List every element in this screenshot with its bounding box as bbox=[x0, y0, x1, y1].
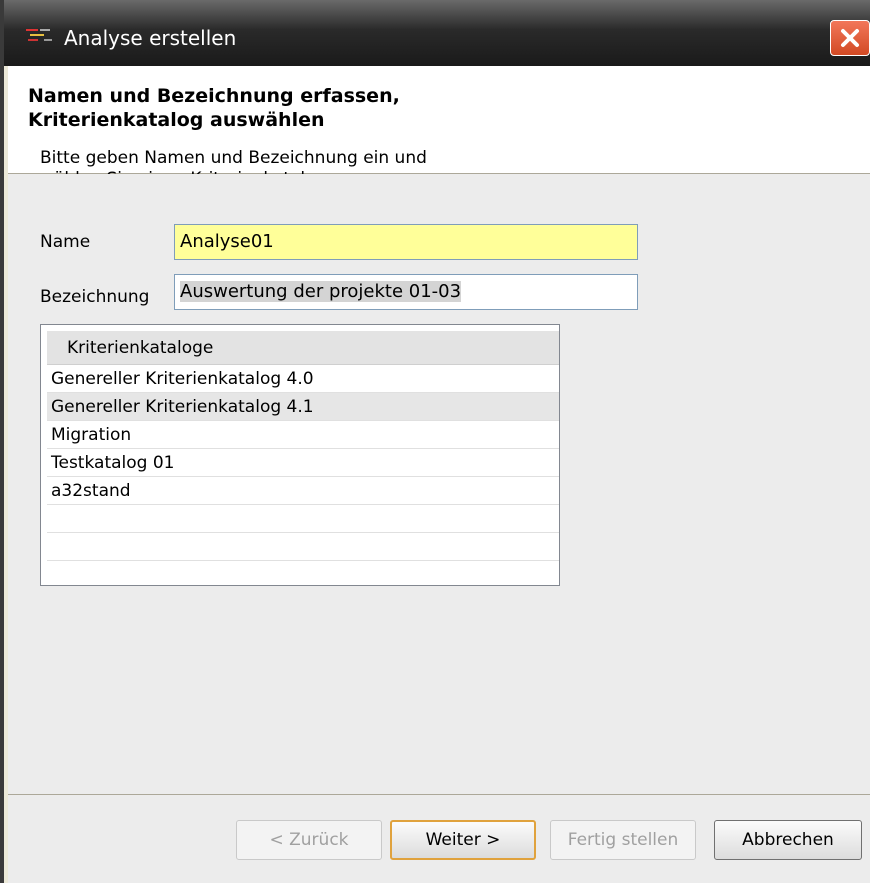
list-item[interactable]: Migration bbox=[47, 421, 559, 449]
cancel-button[interactable]: Abbrechen bbox=[714, 820, 862, 860]
page-description-line1: Bitte geben Namen und Bezeichnung ein un… bbox=[40, 148, 427, 168]
bezeichnung-selected-text: Auswertung der projekte 01-03 bbox=[180, 281, 462, 302]
catalog-list[interactable]: Kriterienkataloge Genereller Kriterienka… bbox=[40, 324, 560, 586]
page-title: Namen und Bezeichnung erfassen, Kriterie… bbox=[28, 84, 528, 132]
close-icon bbox=[841, 29, 859, 47]
page-title-line2: Kriterienkatalog auswählen bbox=[28, 109, 325, 131]
list-item-empty bbox=[47, 505, 559, 533]
name-field[interactable]: Analyse01 bbox=[174, 224, 638, 260]
bezeichnung-label: Bezeichnung bbox=[40, 287, 150, 307]
list-item[interactable]: Testkatalog 01 bbox=[47, 449, 559, 477]
list-item-empty bbox=[47, 533, 559, 561]
bezeichnung-field[interactable]: Auswertung der projekte 01-03 bbox=[174, 274, 638, 310]
wizard-body: Name Analyse01 Bezeichnung Auswertung de… bbox=[8, 174, 870, 883]
catalog-rows: Genereller Kriterienkatalog 4.0 Generell… bbox=[47, 365, 559, 585]
back-button[interactable]: < Zurück bbox=[236, 820, 382, 860]
window-title: Analyse erstellen bbox=[64, 26, 237, 50]
footer-divider bbox=[8, 794, 870, 795]
close-button[interactable] bbox=[830, 20, 870, 56]
catalog-list-header[interactable]: Kriterienkataloge bbox=[47, 331, 559, 365]
app-icon bbox=[26, 29, 52, 41]
list-item[interactable]: a32stand bbox=[47, 477, 559, 505]
finish-button[interactable]: Fertig stellen bbox=[550, 820, 696, 860]
list-item-selected[interactable]: Genereller Kriterienkatalog 4.1 bbox=[47, 393, 559, 421]
dialog-window: Analyse erstellen Namen und Bezeichnung … bbox=[0, 0, 870, 883]
wizard-header: Namen und Bezeichnung erfassen, Kriterie… bbox=[8, 66, 870, 189]
name-label: Name bbox=[40, 232, 91, 252]
list-item[interactable]: Genereller Kriterienkatalog 4.0 bbox=[47, 365, 559, 393]
list-item-empty bbox=[47, 561, 559, 585]
title-bar[interactable]: Analyse erstellen bbox=[4, 0, 870, 66]
next-button[interactable]: Weiter > bbox=[390, 820, 536, 860]
page-title-line1: Namen und Bezeichnung erfassen, bbox=[28, 85, 400, 107]
